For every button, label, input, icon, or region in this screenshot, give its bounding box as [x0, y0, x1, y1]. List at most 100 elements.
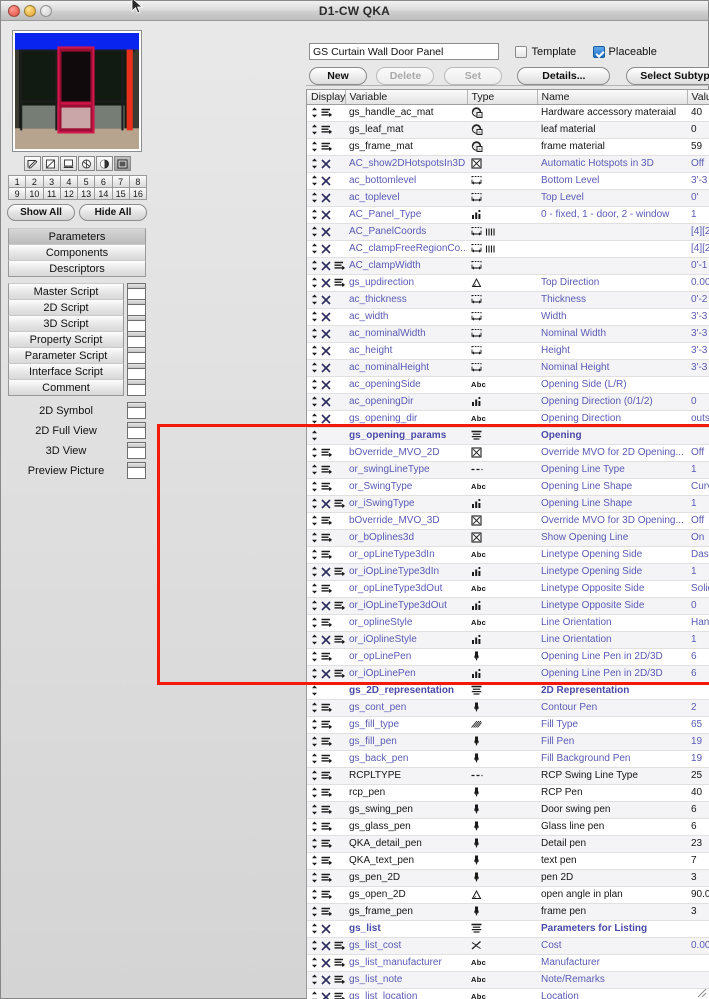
cell-value[interactable]: 59	[687, 138, 709, 156]
cell-display[interactable]	[307, 920, 345, 938]
bold-child-icon[interactable]	[334, 958, 345, 968]
cell-display[interactable]	[307, 104, 345, 122]
cell-type[interactable]	[467, 529, 537, 547]
reorder-handle-icon[interactable]	[311, 872, 318, 883]
cell-display[interactable]	[307, 461, 345, 479]
cell-name[interactable]: Linetype Opening Side	[537, 563, 687, 581]
cell-value[interactable]: 6	[687, 801, 709, 819]
cell-display[interactable]	[307, 308, 345, 326]
cell-variable[interactable]: ac_openingDir	[345, 393, 467, 411]
cell-value[interactable]: [4][2]	[687, 223, 709, 241]
hidden-x-icon[interactable]	[321, 396, 331, 407]
cell-type[interactable]	[467, 767, 537, 785]
layer-cell[interactable]: 16	[128, 187, 147, 200]
col-value[interactable]: Value	[687, 90, 709, 105]
hidden-x-icon[interactable]	[321, 175, 331, 186]
cell-variable[interactable]: or_iOplineStyle	[345, 631, 467, 649]
cell-variable[interactable]: gs_opening_dir	[345, 410, 467, 428]
table-row[interactable]: AC_PanelCoords [4][2]	[307, 223, 709, 241]
reorder-handle-icon[interactable]	[311, 413, 318, 424]
cell-type[interactable]	[467, 835, 537, 853]
reorder-handle-icon[interactable]	[311, 889, 318, 900]
cell-variable[interactable]: or_bOplines3d	[345, 529, 467, 547]
cell-name[interactable]: Contour Pen	[537, 699, 687, 717]
cell-display[interactable]	[307, 121, 345, 139]
bold-child-icon[interactable]	[321, 465, 332, 475]
cell-variable[interactable]: AC_show2DHotspotsIn3D	[345, 155, 467, 173]
table-row[interactable]: gs_frame_mat a frame material 59	[307, 138, 709, 156]
cell-type[interactable]	[467, 325, 537, 343]
cell-variable[interactable]: bOverride_MVO_2D	[345, 444, 467, 462]
bold-child-icon[interactable]	[321, 448, 332, 458]
view-preview-label[interactable]: Preview Picture	[8, 465, 124, 477]
cell-name[interactable]: RCP Pen	[537, 784, 687, 802]
reorder-handle-icon[interactable]	[311, 226, 318, 237]
table-row[interactable]: AC_clampWidth 0'-1 7/64"	[307, 257, 709, 275]
cell-variable[interactable]: gs_frame_pen	[345, 903, 467, 921]
cell-display[interactable]	[307, 529, 345, 547]
view-2d-symbol-label[interactable]: 2D Symbol	[8, 405, 124, 417]
cell-name[interactable]: Thickness	[537, 291, 687, 309]
reorder-handle-icon[interactable]	[311, 838, 318, 849]
hidden-x-icon[interactable]	[321, 277, 331, 288]
cell-variable[interactable]: gs_glass_pen	[345, 818, 467, 836]
cell-value[interactable]: 0.0000	[687, 937, 709, 955]
table-row[interactable]: or_iOpLineType3dIn Linetype Opening Side 1	[307, 563, 709, 581]
script-3d[interactable]: 3D Script	[8, 315, 124, 332]
cell-variable[interactable]: RCPLTYPE	[345, 767, 467, 785]
hidden-x-icon[interactable]	[321, 566, 331, 577]
table-row[interactable]: rcp_pen RCP Pen 40	[307, 784, 709, 802]
table-row[interactable]: ac_openingDir Opening Direction (0/1/2) 0	[307, 393, 709, 411]
col-type[interactable]: Type	[467, 90, 538, 105]
cell-variable[interactable]: gs_open_2D	[345, 886, 467, 904]
cell-variable[interactable]: gs_opening_params	[345, 427, 467, 445]
cell-display[interactable]	[307, 903, 345, 921]
table-row[interactable]: gs_fill_pen Fill Pen 19	[307, 733, 709, 751]
cell-type[interactable]	[467, 886, 537, 904]
cell-name[interactable]: Override MVO for 2D Opening...	[537, 444, 687, 462]
cell-type[interactable]: a	[467, 138, 537, 156]
cell-name[interactable]: Automatic Hotspots in 3D	[537, 155, 687, 173]
bold-child-icon[interactable]	[334, 499, 345, 509]
cell-value[interactable]: 65	[687, 716, 709, 734]
cell-variable[interactable]: AC_Panel_Type	[345, 206, 467, 224]
table-row[interactable]: or_iOpLinePen Opening Line Pen in 2D/3D 6	[307, 665, 709, 683]
table-row[interactable]: gs_list_cost Cost0.0000	[307, 937, 709, 955]
bold-child-icon[interactable]	[334, 635, 345, 645]
cell-value[interactable]: [4][2]	[687, 240, 709, 258]
cell-value[interactable]: 3'-3 3/8"	[687, 172, 709, 190]
cell-display[interactable]	[307, 648, 345, 666]
cell-display[interactable]	[307, 631, 345, 649]
cell-name[interactable]: 2D Representation	[537, 682, 687, 700]
reorder-handle-icon[interactable]	[311, 634, 318, 645]
cell-type[interactable]: Abc	[467, 954, 537, 972]
cell-value[interactable]: 0'-1 7/64"	[687, 257, 709, 275]
bold-child-icon[interactable]	[321, 839, 332, 849]
cell-name[interactable]: Opening Line Type	[537, 461, 687, 479]
bold-child-icon[interactable]	[321, 890, 332, 900]
reorder-handle-icon[interactable]	[311, 498, 318, 509]
cell-display[interactable]	[307, 580, 345, 598]
bold-child-icon[interactable]	[334, 941, 345, 951]
table-row[interactable]: gs_frame_pen frame pen 3	[307, 903, 709, 921]
layer-cell[interactable]: 9	[8, 187, 27, 200]
table-row[interactable]: or_iSwingType Opening Line Shape 1	[307, 495, 709, 513]
reorder-handle-icon[interactable]	[311, 719, 318, 730]
hidden-x-icon[interactable]	[321, 634, 331, 645]
cell-value[interactable]: 40	[687, 104, 709, 122]
cell-display[interactable]	[307, 274, 345, 292]
hidden-x-icon[interactable]	[321, 243, 331, 254]
cell-display[interactable]	[307, 376, 345, 394]
cell-name[interactable]: Glass line pen	[537, 818, 687, 836]
cell-type[interactable]	[467, 495, 537, 513]
cell-type[interactable]	[467, 818, 537, 836]
bold-child-icon[interactable]	[321, 482, 332, 492]
reorder-handle-icon[interactable]	[311, 311, 318, 322]
cell-type[interactable]	[467, 716, 537, 734]
cell-display[interactable]	[307, 852, 345, 870]
cell-variable[interactable]: gs_list_location	[345, 988, 467, 999]
cell-type[interactable]	[467, 512, 537, 530]
cell-type[interactable]	[467, 597, 537, 615]
hidden-x-icon[interactable]	[321, 328, 331, 339]
cell-name[interactable]: open angle in plan	[537, 886, 687, 904]
